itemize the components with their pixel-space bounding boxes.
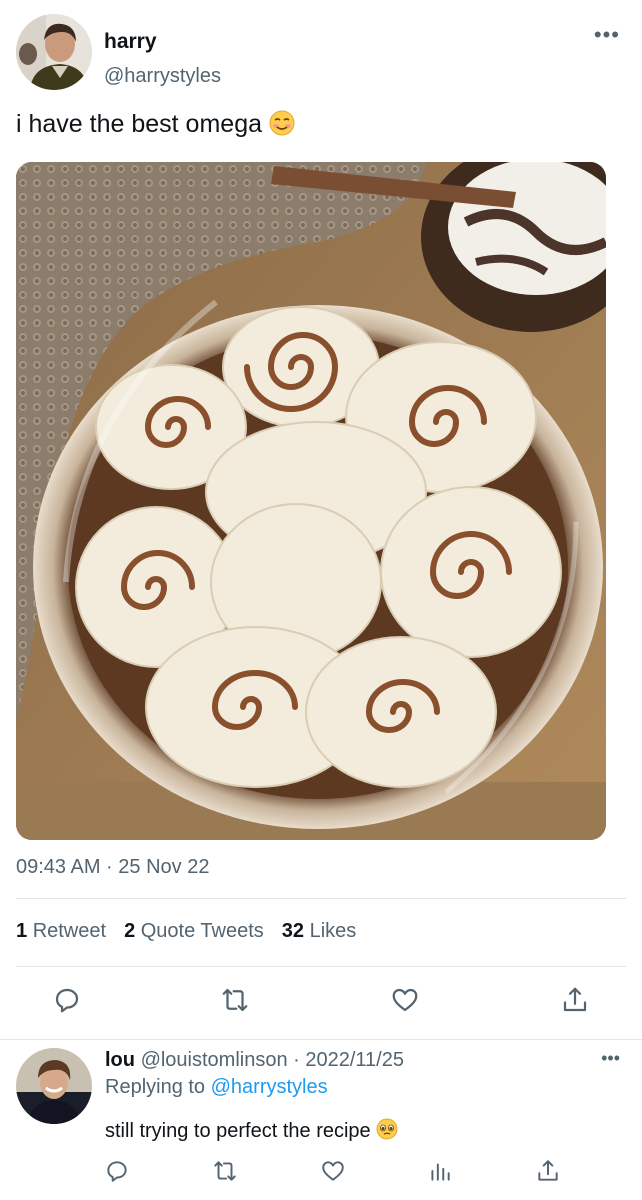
quote-tweets-stat[interactable]: 2 Quote Tweets bbox=[124, 920, 264, 943]
retweets-label: Retweet bbox=[32, 920, 107, 942]
pleading-face-emoji bbox=[376, 1118, 398, 1146]
divider bbox=[16, 898, 626, 899]
share-icon[interactable] bbox=[560, 985, 590, 1015]
tweet-photo[interactable] bbox=[16, 162, 606, 840]
smiling-face-emoji bbox=[269, 110, 295, 143]
like-icon[interactable] bbox=[320, 1158, 346, 1184]
reply-actions bbox=[0, 1158, 642, 1192]
likes-stat[interactable]: 32 Likes bbox=[282, 920, 357, 943]
author-name[interactable]: harry bbox=[104, 30, 157, 54]
more-horizontal-icon[interactable]: ••• bbox=[594, 24, 620, 46]
replying-to: Replying to @harrystyles bbox=[105, 1076, 328, 1099]
reply-meta: lou @louistomlinson · 2022/11/25 bbox=[105, 1049, 404, 1072]
author-handle[interactable]: @harrystyles bbox=[104, 65, 221, 88]
tweet-timestamp[interactable]: 09:43 AM · 25 Nov 22 bbox=[16, 856, 209, 879]
retweet-icon[interactable] bbox=[212, 1158, 238, 1184]
quotes-count: 2 bbox=[124, 920, 136, 942]
reply-icon[interactable] bbox=[104, 1158, 130, 1184]
reply-author-handle[interactable]: @louistomlinson bbox=[141, 1049, 288, 1071]
retweets-count: 1 bbox=[16, 920, 28, 942]
retweets-stat[interactable]: 1 Retweet bbox=[16, 920, 106, 943]
reply-author-name[interactable]: lou bbox=[105, 1049, 135, 1071]
replying-to-label: Replying to bbox=[105, 1076, 206, 1098]
reply-date[interactable]: · 2022/11/25 bbox=[293, 1049, 404, 1071]
analytics-icon[interactable] bbox=[427, 1158, 453, 1184]
more-horizontal-icon[interactable]: ••• bbox=[601, 1049, 620, 1067]
reply-text: still trying to perfect the recipe bbox=[105, 1118, 398, 1146]
tweet-text: i have the best omega bbox=[16, 110, 295, 143]
reply-tweet[interactable]: lou @louistomlinson · 2022/11/25 Replyin… bbox=[0, 1040, 642, 1200]
author-avatar[interactable] bbox=[16, 14, 92, 90]
reply-icon[interactable] bbox=[52, 985, 82, 1015]
likes-label: Likes bbox=[309, 920, 357, 942]
tweet-text-content: i have the best omega bbox=[16, 110, 262, 138]
like-icon[interactable] bbox=[390, 985, 420, 1015]
quotes-label: Quote Tweets bbox=[140, 920, 264, 942]
likes-count: 32 bbox=[281, 920, 305, 942]
divider bbox=[16, 966, 626, 967]
retweet-icon[interactable] bbox=[220, 985, 250, 1015]
tweet-actions bbox=[0, 985, 642, 1019]
tweet-header: harry @harrystyles ••• bbox=[16, 12, 626, 92]
replying-to-mention[interactable]: @harrystyles bbox=[211, 1076, 328, 1098]
share-icon[interactable] bbox=[535, 1158, 561, 1184]
reply-author-avatar[interactable] bbox=[16, 1048, 92, 1124]
tweet-stats: 1 Retweet 2 Quote Tweets 32 Likes bbox=[16, 920, 356, 943]
reply-text-content: still trying to perfect the recipe bbox=[105, 1120, 371, 1142]
